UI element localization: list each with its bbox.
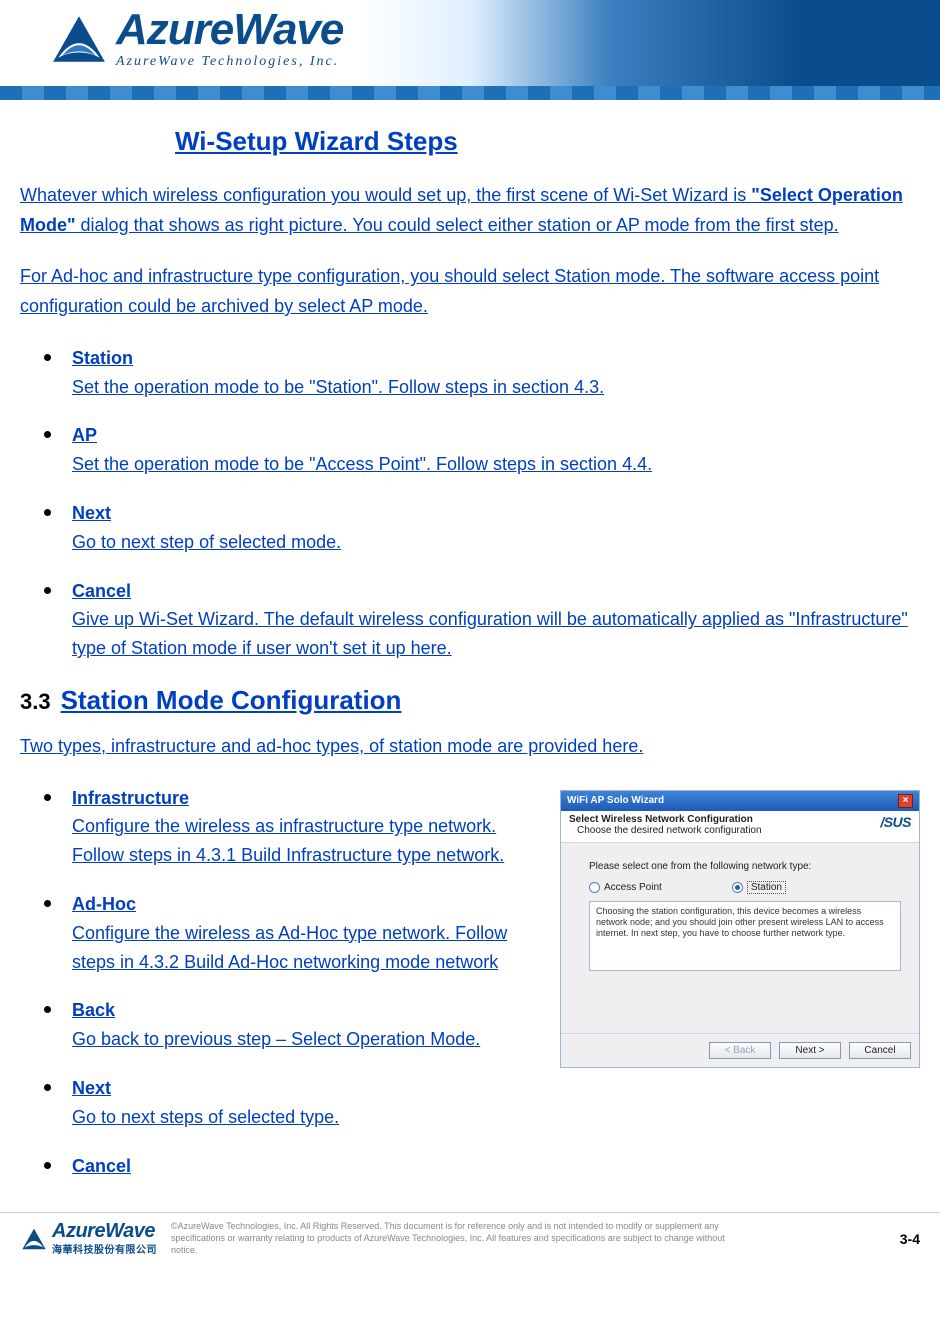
section-title: Station Mode Configuration [61,685,402,716]
footer-legal-text: ©AzureWave Technologies, Inc. All Rights… [171,1221,731,1256]
brand-logo: AzureWave AzureWave Technologies, Inc. [48,8,343,70]
list-item: Cancel [54,1152,542,1181]
list-item: Next Go to next steps of selected type. [54,1074,542,1132]
footer-brand-logo: AzureWave 海華科技股份有限公司 [20,1221,157,1256]
list-item-term: Next [72,1078,111,1098]
page-number: 3-4 [900,1231,920,1247]
list-item: Next Go to next step of selected mode. [54,499,920,557]
list-item-desc: Give up Wi-Set Wizard. The default wirel… [72,605,920,663]
list-item-desc: Set the operation mode to be "Station". … [72,373,920,402]
list-item: Back Go back to previous step – Select Op… [54,996,542,1054]
brand-mark-icon [48,8,110,70]
list-item-desc: Go back to previous step – Select Operat… [72,1025,542,1054]
footer-brand-cn: 海華科技股份有限公司 [52,1241,157,1256]
asus-logo: /SUS [880,814,911,830]
list-item-desc: Go to next steps of selected type. [72,1103,542,1132]
next-button[interactable]: Next > [779,1042,841,1059]
brand-mark-icon [20,1225,48,1253]
list-item-term: Back [72,1000,115,1020]
list-item-term: Cancel [72,1156,131,1176]
wizard-dialog: WiFi AP Solo Wizard × Select Wireless Ne… [560,790,920,1068]
page-title: Wi-Setup Wizard Steps [175,126,458,157]
list-item-desc: Configure the wireless as Ad-Hoc type ne… [72,919,542,977]
brand-tagline: AzureWave Technologies, Inc. [116,54,343,70]
list-item-term: AP [72,425,97,445]
radio-station-label: Station [747,881,786,894]
brand-name: AzureWave [116,8,343,52]
back-button[interactable]: < Back [709,1042,771,1059]
radio-station[interactable]: Station [732,882,786,893]
banner-stripe [0,86,940,100]
list-item-term: Next [72,503,111,523]
page-footer: AzureWave 海華科技股份有限公司 ©AzureWave Technolo… [0,1212,940,1262]
radio-access-point[interactable]: Access Point [589,882,662,893]
wizard-subheading: Choose the desired network configuration [577,825,911,836]
options-list-1: Station Set the operation mode to be "St… [20,344,920,663]
intro-paragraph-2: For Ad-hoc and infrastructure type confi… [20,262,920,321]
header-banner: AzureWave AzureWave Technologies, Inc. [0,0,940,100]
list-item: Station Set the operation mode to be "St… [54,344,920,402]
footer-brand-name: AzureWave [52,1221,157,1241]
options-list-2: Infrastructure Configure the wireless as … [20,784,542,1181]
list-item: Cancel Give up Wi-Set Wizard. The default… [54,577,920,663]
list-item: Infrastructure Configure the wireless as … [54,784,542,870]
section-number: 3.3 [20,689,51,715]
list-item: Ad-Hoc Configure the wireless as Ad-Hoc t… [54,890,542,976]
close-icon[interactable]: × [898,794,913,808]
list-item-term: Station [72,348,133,368]
list-item-desc: Set the operation mode to be "Access Poi… [72,450,920,479]
list-item-term: Infrastructure [72,788,189,808]
intro-paragraph-1: Whatever which wireless configuration yo… [20,181,920,240]
list-item-term: Cancel [72,581,131,601]
section2-intro: Two types, infrastructure and ad-hoc typ… [20,732,920,762]
list-item: AP Set the operation mode to be "Access P… [54,421,920,479]
wizard-title: WiFi AP Solo Wizard [567,795,664,806]
wizard-heading: Select Wireless Network Configuration [569,814,911,825]
list-item-term: Ad-Hoc [72,894,136,914]
wizard-description: Choosing the station configuration, this… [589,901,901,971]
radio-ap-label: Access Point [604,882,662,893]
wizard-prompt: Please select one from the following net… [589,861,901,872]
list-item-desc: Go to next step of selected mode. [72,528,920,557]
cancel-button[interactable]: Cancel [849,1042,911,1059]
list-item-desc: Configure the wireless as infrastructure… [72,812,542,870]
